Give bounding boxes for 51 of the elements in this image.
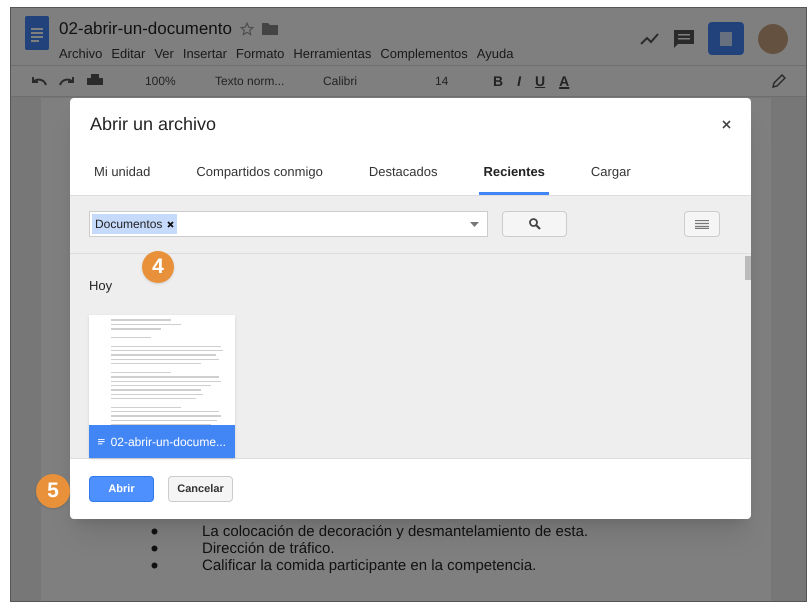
folder-icon[interactable] — [262, 22, 278, 36]
menu-item[interactable]: Editar — [111, 44, 146, 63]
search-icon — [528, 218, 540, 230]
list-text: La colocación de decoración y desmantelamiento de esta. — [202, 523, 588, 540]
file-card[interactable]: 02-abrir-un-docume... — [89, 315, 235, 458]
search-button[interactable] — [502, 211, 567, 238]
menu-item[interactable]: Insertar — [182, 44, 227, 63]
tab[interactable]: Compartidos conmigo — [192, 152, 327, 195]
format-button[interactable]: U — [535, 70, 546, 92]
open-button[interactable]: Abrir — [89, 476, 154, 502]
dialog-title: Abrir un archivo — [90, 113, 216, 136]
cancel-button[interactable]: Cancelar — [168, 476, 233, 502]
font-size-dropdown[interactable]: 14 — [435, 72, 481, 90]
filter-chip[interactable]: Documentos — [92, 214, 178, 234]
style-dropdown[interactable]: Texto norm... — [215, 72, 301, 90]
list-view-button[interactable] — [684, 211, 720, 238]
format-button[interactable]: I — [517, 70, 522, 92]
zoom-dropdown[interactable]: 100% — [145, 72, 203, 90]
scrollbar[interactable] — [745, 256, 751, 280]
list-icon — [695, 220, 709, 229]
tab[interactable]: Cargar — [586, 152, 635, 195]
tab[interactable]: Mi unidad — [90, 152, 154, 195]
document-title[interactable]: 02-abrir-un-documento — [59, 16, 232, 42]
list-text: Dirección de tráfico. — [202, 540, 335, 557]
caret-icon[interactable] — [470, 222, 479, 227]
redo-icon[interactable] — [59, 76, 75, 86]
format-button[interactable]: A — [559, 70, 570, 92]
font-dropdown[interactable]: Calibri — [323, 72, 413, 90]
list-text: Calificar la comida participante en la competencia. — [202, 557, 536, 574]
menu-item[interactable]: Herramientas — [293, 44, 372, 63]
file-name: 02-abrir-un-docume... — [110, 434, 226, 451]
undo-icon[interactable] — [31, 76, 47, 86]
star-icon[interactable] — [240, 22, 254, 36]
section-heading: Hoy — [89, 276, 114, 295]
menu-item[interactable]: Complementos — [380, 44, 468, 63]
close-icon[interactable] — [167, 220, 174, 228]
menu-item[interactable]: Ver — [154, 44, 174, 63]
pencil-icon[interactable] — [772, 74, 786, 88]
print-icon[interactable] — [87, 74, 103, 88]
close-icon[interactable] — [722, 120, 731, 130]
filter-chip-label: Documentos — [95, 216, 162, 234]
trend-icon[interactable] — [640, 32, 660, 46]
menu-item[interactable]: Archivo — [59, 44, 102, 63]
avatar[interactable] — [758, 24, 788, 54]
menu-item[interactable]: Formato — [236, 44, 284, 63]
comment-icon[interactable] — [674, 30, 694, 48]
share-button[interactable] — [708, 22, 744, 55]
tab[interactable]: Destacados — [364, 152, 442, 195]
search-field[interactable]: Documentos — [89, 211, 488, 238]
format-button[interactable]: B — [493, 70, 504, 92]
menu-item[interactable]: Ayuda — [476, 44, 514, 63]
